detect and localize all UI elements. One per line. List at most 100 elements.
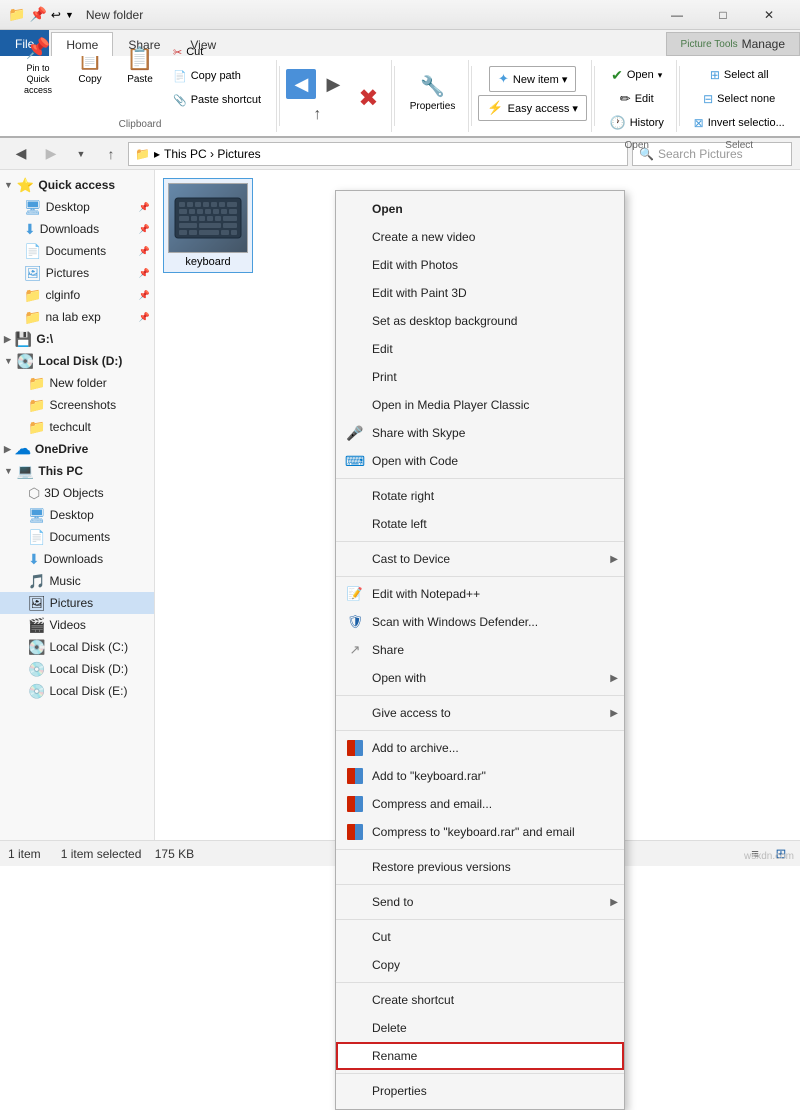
context-menu-item-create-new-video[interactable]: Create a new video	[336, 223, 624, 251]
sidebar-item-videos[interactable]: 🎬 Videos	[0, 614, 154, 636]
nav-forward-button[interactable]: ▶	[318, 69, 348, 99]
context-menu-item-give-access[interactable]: Give access to▶	[336, 699, 624, 727]
context-menu-item-edit[interactable]: Edit	[336, 335, 624, 363]
context-menu-item-copy[interactable]: Copy	[336, 951, 624, 979]
context-menu-item-print[interactable]: Print	[336, 363, 624, 391]
context-menu-item-edit-notepad[interactable]: 📝Edit with Notepad++	[336, 580, 624, 608]
sidebar-item-desktop-qa[interactable]: 🖥 Desktop 📌	[0, 196, 154, 218]
context-menu-item-rotate-right[interactable]: Rotate right	[336, 482, 624, 510]
pin-indicator-pic: 📌	[139, 268, 150, 279]
documents-icon: 📄	[24, 243, 41, 260]
sidebar-item-techcult[interactable]: 📁 techcult	[0, 416, 154, 438]
cut-button[interactable]: ✂ Cut	[166, 41, 268, 63]
context-menu-item-create-shortcut[interactable]: Create shortcut	[336, 986, 624, 1014]
quick-access-chevron: ▼	[4, 180, 13, 190]
sidebar-item-pictures-pc[interactable]: 🖼 Pictures	[0, 592, 154, 614]
cm-icon-share-skype: 🎤	[346, 424, 364, 442]
paste-button[interactable]: 📋 Paste	[116, 37, 164, 93]
up-button[interactable]: ↑	[98, 141, 124, 167]
context-menu-item-open-vscode[interactable]: ⌨Open with Code	[336, 447, 624, 475]
sidebar-item-desktop-pc[interactable]: 🖥 Desktop	[0, 504, 154, 526]
minimize-button[interactable]: —	[654, 0, 700, 30]
select-all-button[interactable]: ⊞ Select all	[703, 64, 776, 86]
new-item-button[interactable]: ✦ New item ▾	[489, 66, 576, 92]
context-menu-item-open-with[interactable]: Open with▶	[336, 664, 624, 692]
context-menu-item-add-archive[interactable]: Add to archive...	[336, 734, 624, 762]
sidebar-item-nalab[interactable]: 📁 na lab exp 📌	[0, 306, 154, 328]
sidebar-item-clginfo[interactable]: 📁 clginfo 📌	[0, 284, 154, 306]
history-button[interactable]: 🕐 History	[603, 112, 671, 134]
context-menu-item-set-desktop-bg[interactable]: Set as desktop background	[336, 307, 624, 335]
sidebar-item-downloads-qa[interactable]: ⬇ Downloads 📌	[0, 218, 154, 240]
title-folder-icon: 📁	[8, 6, 25, 23]
context-menu-item-scan-defender[interactable]: 🛡Scan with Windows Defender...	[336, 608, 624, 636]
context-menu-item-restore-versions[interactable]: Restore previous versions	[336, 853, 624, 881]
properties-button[interactable]: 🔧 Properties	[403, 64, 463, 120]
sidebar-item-local-d[interactable]: 💿 Local Disk (D:)	[0, 658, 154, 680]
open-button[interactable]: ✔ Open ▾	[604, 64, 669, 86]
context-menu-item-cast[interactable]: Cast to Device▶	[336, 545, 624, 573]
this-pc-header[interactable]: ▼ 💻 This PC	[0, 460, 154, 482]
context-menu-item-open[interactable]: Open	[336, 195, 624, 223]
paste-shortcut-button[interactable]: 📎 Paste shortcut	[166, 89, 268, 111]
quick-access-undo[interactable]: ↩	[51, 8, 61, 22]
context-menu-item-cut[interactable]: Cut	[336, 923, 624, 951]
sidebar-item-local-e[interactable]: 💿 Local Disk (E:)	[0, 680, 154, 702]
quick-access-dropdown[interactable]: ▼	[65, 10, 74, 20]
sidebar: ▼ ⭐ Quick access 🖥 Desktop 📌 ⬇ Downloads…	[0, 170, 155, 840]
context-menu-separator	[336, 541, 624, 542]
maximize-button[interactable]: □	[700, 0, 746, 30]
context-menu-item-edit-paint3d[interactable]: Edit with Paint 3D	[336, 279, 624, 307]
close-button[interactable]: ✕	[746, 0, 792, 30]
item-count: 1 item	[8, 847, 41, 861]
invert-selection-button[interactable]: ⊠ Invert selectio...	[687, 112, 792, 134]
quick-access-pin[interactable]: 📌	[29, 6, 46, 23]
file-thumbnail	[168, 183, 248, 253]
easy-access-button[interactable]: ⚡ Easy access ▾	[478, 95, 587, 121]
select-none-button[interactable]: ⊟ Select none	[696, 88, 782, 110]
context-menu-item-open-mpc[interactable]: Open in Media Player Classic	[336, 391, 624, 419]
context-menu-item-rotate-left[interactable]: Rotate left	[336, 510, 624, 538]
edit-button[interactable]: ✏ Edit	[613, 88, 661, 110]
ribbon-section-organise: 🔧 Properties org	[397, 60, 470, 132]
address-bar[interactable]: 📁 ▸ This PC › Pictures	[128, 142, 628, 166]
sidebar-item-new-folder[interactable]: 📁 New folder	[0, 372, 154, 394]
recent-button[interactable]: ▼	[68, 141, 94, 167]
sidebar-item-downloads-pc[interactable]: ⬇ Downloads	[0, 548, 154, 570]
file-item-keyboard[interactable]: keyboard	[163, 178, 253, 273]
sidebar-item-pictures-qa[interactable]: 🖼 Pictures 📌	[0, 262, 154, 284]
sidebar-item-3dobjects[interactable]: ⬡ 3D Objects	[0, 482, 154, 504]
copy-path-button[interactable]: 📄 Copy path	[166, 65, 268, 87]
gdrive-header[interactable]: ▶ 💾 G:\	[0, 328, 154, 350]
back-button[interactable]: ◀	[8, 141, 34, 167]
local-disk-d-header[interactable]: ▼ 💽 Local Disk (D:)	[0, 350, 154, 372]
context-menu-item-delete[interactable]: Delete	[336, 1014, 624, 1042]
search-bar[interactable]: 🔍 Search Pictures	[632, 142, 792, 166]
context-menu-item-compress-keyboard-email[interactable]: Compress to "keyboard.rar" and email	[336, 818, 624, 846]
sidebar-item-screenshots[interactable]: 📁 Screenshots	[0, 394, 154, 416]
context-menu-item-compress-email[interactable]: Compress and email...	[336, 790, 624, 818]
forward-button[interactable]: ▶	[38, 141, 64, 167]
tab-manage[interactable]: Picture Tools Manage	[666, 32, 800, 56]
context-menu-item-send-to[interactable]: Send to▶	[336, 888, 624, 916]
context-menu-item-add-keyboard-rar[interactable]: Add to "keyboard.rar"	[336, 762, 624, 790]
context-menu-item-properties[interactable]: Properties	[336, 1077, 624, 1105]
quick-access-header[interactable]: ▼ ⭐ Quick access	[0, 174, 154, 196]
context-menu-item-rename[interactable]: Rename	[336, 1042, 624, 1070]
onedrive-header[interactable]: ▶ ☁ OneDrive	[0, 438, 154, 460]
sidebar-item-music[interactable]: 🎵 Music	[0, 570, 154, 592]
local-d-icon: 💿	[28, 661, 45, 678]
cm-icon-edit	[346, 340, 364, 358]
cm-icon-cast	[346, 550, 364, 568]
nav-back-button[interactable]: ◀	[286, 69, 316, 99]
sidebar-item-documents-pc[interactable]: 📄 Documents	[0, 526, 154, 548]
techcult-icon: 📁	[28, 419, 45, 436]
sidebar-item-documents-qa[interactable]: 📄 Documents 📌	[0, 240, 154, 262]
context-menu-item-share-skype[interactable]: 🎤Share with Skype	[336, 419, 624, 447]
context-menu-item-edit-photos[interactable]: Edit with Photos	[336, 251, 624, 279]
sidebar-item-local-c[interactable]: 💽 Local Disk (C:)	[0, 636, 154, 658]
invert-icon: ⊠	[694, 116, 704, 130]
nav-up-button[interactable]: ↑	[302, 103, 332, 127]
tab-home[interactable]: Home	[51, 32, 113, 56]
context-menu-item-share[interactable]: ↗Share	[336, 636, 624, 664]
